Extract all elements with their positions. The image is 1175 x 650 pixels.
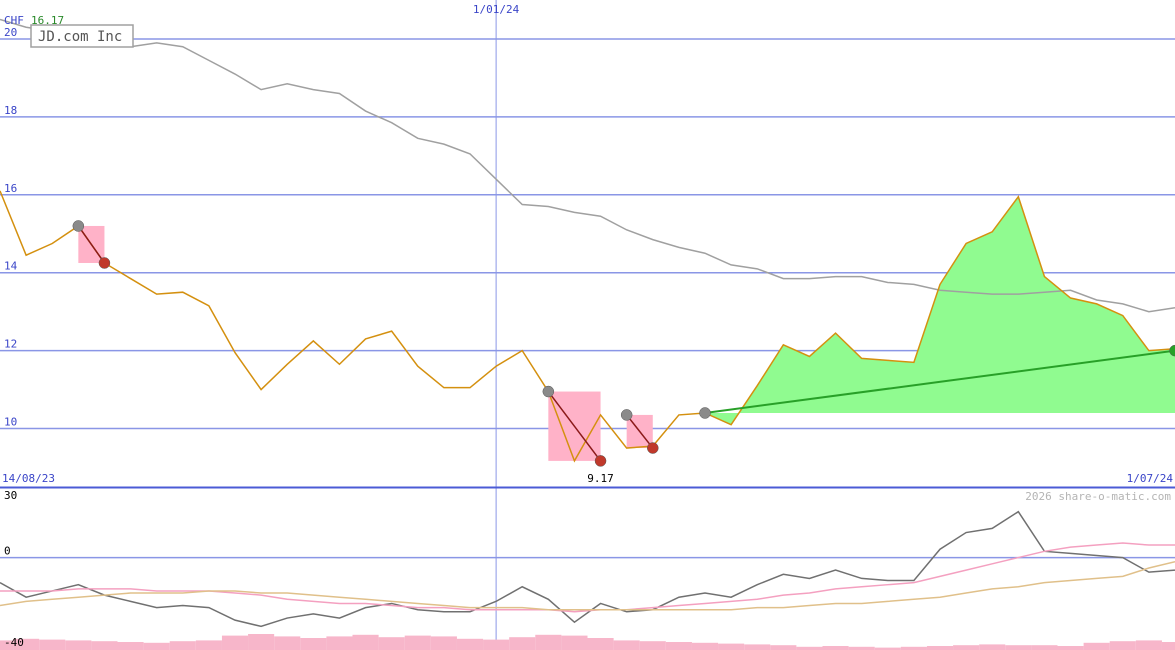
copyright-label: 2026 share-o-matic.com	[1025, 490, 1171, 503]
volume-bar	[117, 642, 144, 650]
volume-bar	[665, 642, 692, 650]
volume-bar	[326, 636, 353, 650]
volume-bar	[169, 641, 196, 650]
volume-bar	[770, 645, 797, 650]
oscillator-signal-tan	[0, 561, 1175, 611]
currency-label: CHF	[4, 14, 24, 27]
volume-bar	[352, 634, 379, 650]
price-axis-labels: 10 12 14 16 18 20	[4, 26, 18, 429]
date-tick-label: 1/01/24	[473, 3, 520, 16]
volume-bar	[1083, 642, 1110, 650]
date-tick-label: 1/07/24	[1127, 472, 1174, 485]
price-tick-label: 12	[4, 338, 17, 351]
volume-bar	[1109, 641, 1136, 650]
price-tick-label: 20	[4, 26, 17, 39]
volume-bar	[718, 643, 745, 650]
loss-zones	[78, 225, 653, 461]
volume-bar	[639, 641, 666, 650]
oscillator-signal-pink	[0, 542, 1175, 613]
volume-bar	[926, 646, 954, 650]
volume-bar	[535, 634, 562, 650]
gain-area	[705, 196, 1175, 425]
volume-bar	[456, 638, 484, 650]
oscillator-tick-label: 0	[4, 545, 11, 558]
price-tick-label: 16	[4, 182, 17, 195]
volume-bar	[613, 640, 640, 650]
volume-bar	[691, 642, 719, 650]
peak-marker	[620, 409, 633, 421]
volume-bar	[1057, 646, 1084, 650]
volume-bar	[91, 641, 118, 650]
date-tick-label: 14/08/23	[2, 472, 55, 485]
price-tick-label: 14	[4, 260, 18, 273]
chart-title: JD.com Inc	[38, 29, 122, 45]
chart-container: 10 12 14 16 18 20 14/08/23 1/01/24 1/07/24 9.17 …	[0, 0, 1175, 650]
oscillator-series	[0, 510, 1175, 628]
volume-bar	[1031, 645, 1058, 650]
volume-bar	[39, 639, 66, 650]
volume-bar	[404, 635, 431, 650]
oscillator-axis-labels: 30 0 -40	[4, 489, 24, 649]
volume-bar	[1161, 642, 1175, 650]
price-tick-label: 18	[4, 104, 17, 117]
volume-bar	[822, 646, 849, 650]
volume-bar	[430, 636, 457, 650]
volume-bar	[953, 645, 980, 650]
volume-bars	[0, 634, 1175, 650]
volume-bar	[561, 635, 588, 650]
peak-marker	[72, 220, 85, 232]
volume-bar	[248, 634, 275, 650]
price-tick-label: 10	[4, 416, 17, 429]
volume-bar	[744, 644, 771, 650]
volume-bar	[1135, 640, 1162, 650]
volume-bar	[274, 636, 301, 650]
volume-bar	[483, 639, 510, 650]
chart-canvas: 101214161820 14/08/231/01/241/07/249.17 …	[0, 0, 1175, 650]
trough-marker	[647, 442, 659, 454]
trough-marker	[594, 455, 607, 467]
volume-bar	[979, 644, 1006, 650]
gain-zone	[705, 196, 1175, 425]
volume-bar	[65, 640, 92, 650]
trough-marker	[98, 257, 111, 269]
peak-marker	[699, 407, 711, 419]
volume-bar	[143, 642, 170, 650]
low-price-label: 9.17	[587, 472, 614, 485]
oscillator-tick-label: -40	[4, 636, 24, 649]
volume-bar	[221, 635, 249, 650]
volume-bar	[195, 640, 222, 650]
volume-bar	[1005, 645, 1032, 650]
peak-marker	[542, 385, 555, 398]
volume-bar	[509, 637, 536, 650]
volume-bar	[587, 638, 614, 650]
oscillator-tick-label: 30	[4, 489, 17, 502]
volume-bar	[300, 638, 327, 650]
volume-bar	[378, 637, 405, 650]
